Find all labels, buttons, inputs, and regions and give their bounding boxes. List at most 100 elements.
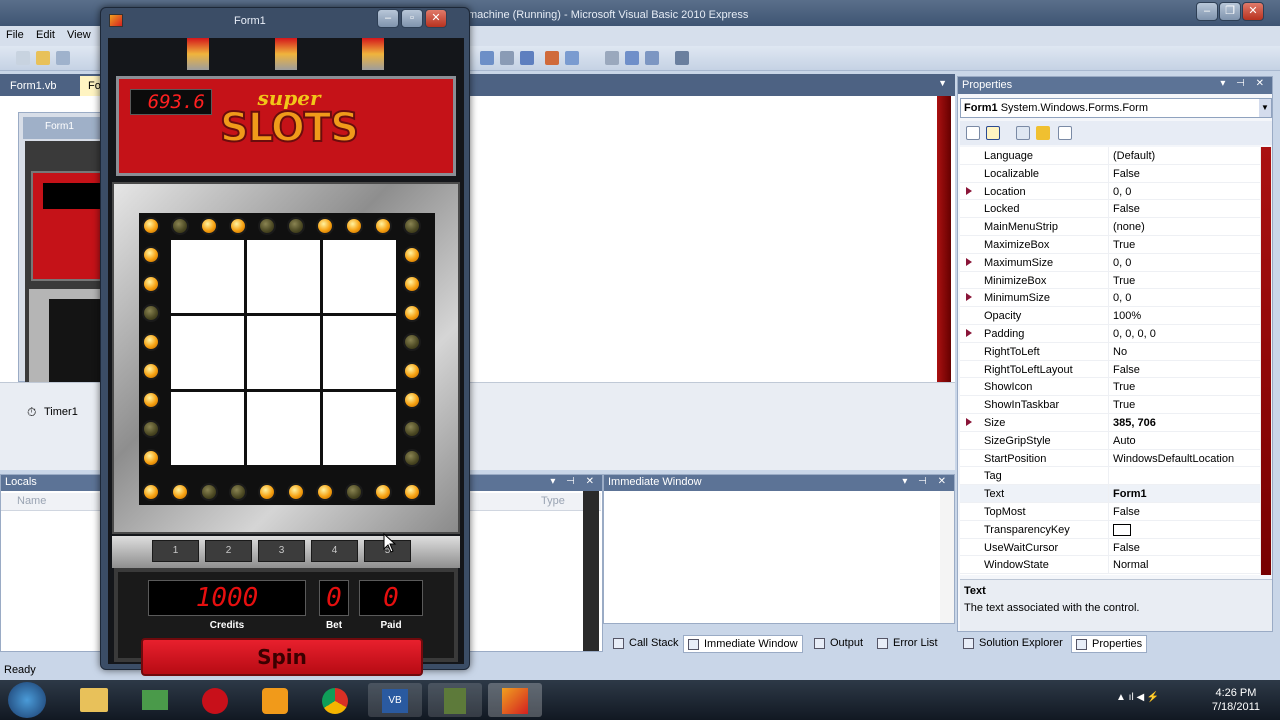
menu-view[interactable]: View xyxy=(67,29,91,41)
property-value[interactable]: False xyxy=(1113,168,1140,180)
events-icon[interactable] xyxy=(1036,126,1050,140)
property-value[interactable]: 0, 0, 0, 0 xyxy=(1113,328,1156,340)
property-value[interactable]: No xyxy=(1113,346,1127,358)
property-value[interactable]: (Default) xyxy=(1113,150,1155,162)
property-row[interactable]: Language (Default) xyxy=(960,147,1260,165)
property-grid-scrollbar[interactable] xyxy=(1260,147,1272,575)
property-row[interactable]: StartPosition WindowsDefaultLocation xyxy=(960,449,1260,468)
property-row[interactable]: Localizable False xyxy=(960,164,1260,183)
clock[interactable]: 4:26 PM 7/18/2011 xyxy=(1212,686,1260,714)
chevron-down-icon[interactable]: ▼ xyxy=(938,78,947,88)
property-row[interactable]: UseWaitCursor False xyxy=(960,538,1260,557)
expand-arrow-icon[interactable] xyxy=(966,257,972,266)
property-value[interactable]: False xyxy=(1113,542,1140,554)
property-value[interactable]: Form1 xyxy=(1113,488,1147,500)
form1-close-button[interactable]: ✕ xyxy=(425,9,447,28)
property-pages-icon[interactable] xyxy=(1058,126,1072,140)
tool-icon[interactable] xyxy=(480,51,494,65)
restore-button[interactable]: ❐ xyxy=(1219,2,1241,21)
taskbar-app-icon[interactable] xyxy=(188,683,242,717)
visual-basic-taskbar-icon[interactable]: VB xyxy=(368,683,422,717)
tool-icon[interactable] xyxy=(625,51,639,65)
tool-icon[interactable] xyxy=(500,51,514,65)
pane-pin-close-icons[interactable]: ▾ ⊣ ✕ xyxy=(550,476,598,487)
property-value[interactable]: True xyxy=(1113,275,1135,287)
tool-icon[interactable] xyxy=(520,51,534,65)
designer-form[interactable]: Form1 xyxy=(18,112,109,383)
pane-pin-close-icons[interactable]: ▾ ⊣ ✕ xyxy=(1220,78,1268,89)
notification-icons[interactable]: ▲ ıl ◀ ⚡ xyxy=(1116,692,1159,703)
property-row[interactable]: MinimizeBox True xyxy=(960,271,1260,290)
timer1-component[interactable]: Timer1 xyxy=(44,406,78,418)
immediate-scrollbar[interactable] xyxy=(940,491,954,623)
tab-immediate-window[interactable]: Immediate Window xyxy=(683,635,803,653)
property-row[interactable]: TransparencyKey xyxy=(960,520,1260,539)
tab-properties[interactable]: Properties xyxy=(1071,635,1148,653)
property-row[interactable]: Tag xyxy=(960,467,1260,486)
pane-pin-close-icons[interactable]: ▾ ⊣ ✕ xyxy=(902,476,950,487)
property-value[interactable]: WindowsDefaultLocation xyxy=(1113,453,1234,465)
property-row[interactable]: MaximizeBox True xyxy=(960,236,1260,254)
tool-icon[interactable] xyxy=(545,51,559,65)
line-button-4[interactable]: 4 xyxy=(311,540,358,562)
locals-scrollbar[interactable] xyxy=(583,491,599,651)
close-button[interactable]: ✕ xyxy=(1242,2,1264,21)
alphabetical-icon[interactable] xyxy=(986,126,1000,140)
property-row[interactable]: ShowIcon True xyxy=(960,378,1260,397)
form1-maximize-button[interactable]: ▫ xyxy=(401,9,423,28)
property-value[interactable]: Auto xyxy=(1113,435,1136,447)
property-row[interactable]: RightToLeft No xyxy=(960,342,1260,361)
chevron-down-icon[interactable]: ▼ xyxy=(1259,99,1271,117)
property-row[interactable]: MaximumSize 0, 0 xyxy=(960,253,1260,272)
tool-icon[interactable] xyxy=(565,51,579,65)
color-swatch[interactable] xyxy=(1113,523,1131,536)
form1-minimize-button[interactable]: – xyxy=(377,9,399,28)
property-row[interactable]: Opacity 100% xyxy=(960,307,1260,326)
line-button-1[interactable]: 1 xyxy=(152,540,199,562)
property-value[interactable]: 0, 0 xyxy=(1113,257,1131,269)
taskbar-app-icon[interactable] xyxy=(428,683,482,717)
explorer-taskbar-icon[interactable] xyxy=(68,683,122,717)
chrome-taskbar-icon[interactable] xyxy=(308,683,362,717)
tool-icon[interactable] xyxy=(645,51,659,65)
property-value[interactable]: Normal xyxy=(1113,559,1148,571)
object-selector[interactable]: Form1 System.Windows.Forms.Form ▼ xyxy=(960,98,1272,118)
properties-icon[interactable] xyxy=(1016,126,1030,140)
property-value[interactable]: 100% xyxy=(1113,310,1141,322)
form1-taskbar-icon[interactable] xyxy=(488,683,542,717)
expand-arrow-icon[interactable] xyxy=(966,329,972,337)
property-row[interactable]: RightToLeftLayout False xyxy=(960,360,1260,379)
property-row[interactable]: SizeGripStyle Auto xyxy=(960,431,1260,450)
start-button[interactable] xyxy=(8,682,46,718)
line-button-2[interactable]: 2 xyxy=(205,540,252,562)
minimize-button[interactable]: – xyxy=(1196,2,1218,21)
open-icon[interactable] xyxy=(36,51,50,65)
menu-file[interactable]: File xyxy=(6,29,24,41)
scroll-thumb[interactable] xyxy=(1261,147,1271,575)
property-value[interactable]: True xyxy=(1113,399,1135,411)
property-row[interactable]: Size 385, 706 xyxy=(960,414,1260,432)
taskbar-app-icon[interactable] xyxy=(128,683,182,717)
property-row[interactable]: Padding 0, 0, 0, 0 xyxy=(960,325,1260,343)
property-value[interactable]: 385, 706 xyxy=(1113,417,1156,429)
tab-error-list[interactable]: Error List xyxy=(873,635,942,653)
property-value[interactable]: 0, 0 xyxy=(1113,186,1131,198)
line-button-3[interactable]: 3 xyxy=(258,540,305,562)
expand-arrow-icon[interactable] xyxy=(966,186,972,195)
property-value[interactable]: False xyxy=(1113,203,1140,215)
tool-icon[interactable] xyxy=(675,51,689,65)
property-value[interactable]: True xyxy=(1113,381,1135,393)
spin-button[interactable]: Spin xyxy=(141,638,423,676)
menu-edit[interactable]: Edit xyxy=(36,29,55,41)
property-row[interactable]: Location 0, 0 xyxy=(960,182,1260,201)
property-row[interactable]: ShowInTaskbar True xyxy=(960,396,1260,415)
designer-scrollbar[interactable] xyxy=(937,96,951,382)
tab-solution-explorer[interactable]: Solution Explorer xyxy=(959,635,1067,653)
expand-arrow-icon[interactable] xyxy=(966,418,972,426)
property-row[interactable]: WindowState Normal xyxy=(960,556,1260,575)
property-row[interactable]: TopMost False xyxy=(960,503,1260,521)
property-row[interactable]: Text Form1 xyxy=(960,485,1260,504)
property-value[interactable]: True xyxy=(1113,239,1135,251)
add-item-icon[interactable] xyxy=(56,51,70,65)
expand-arrow-icon[interactable] xyxy=(966,293,972,302)
